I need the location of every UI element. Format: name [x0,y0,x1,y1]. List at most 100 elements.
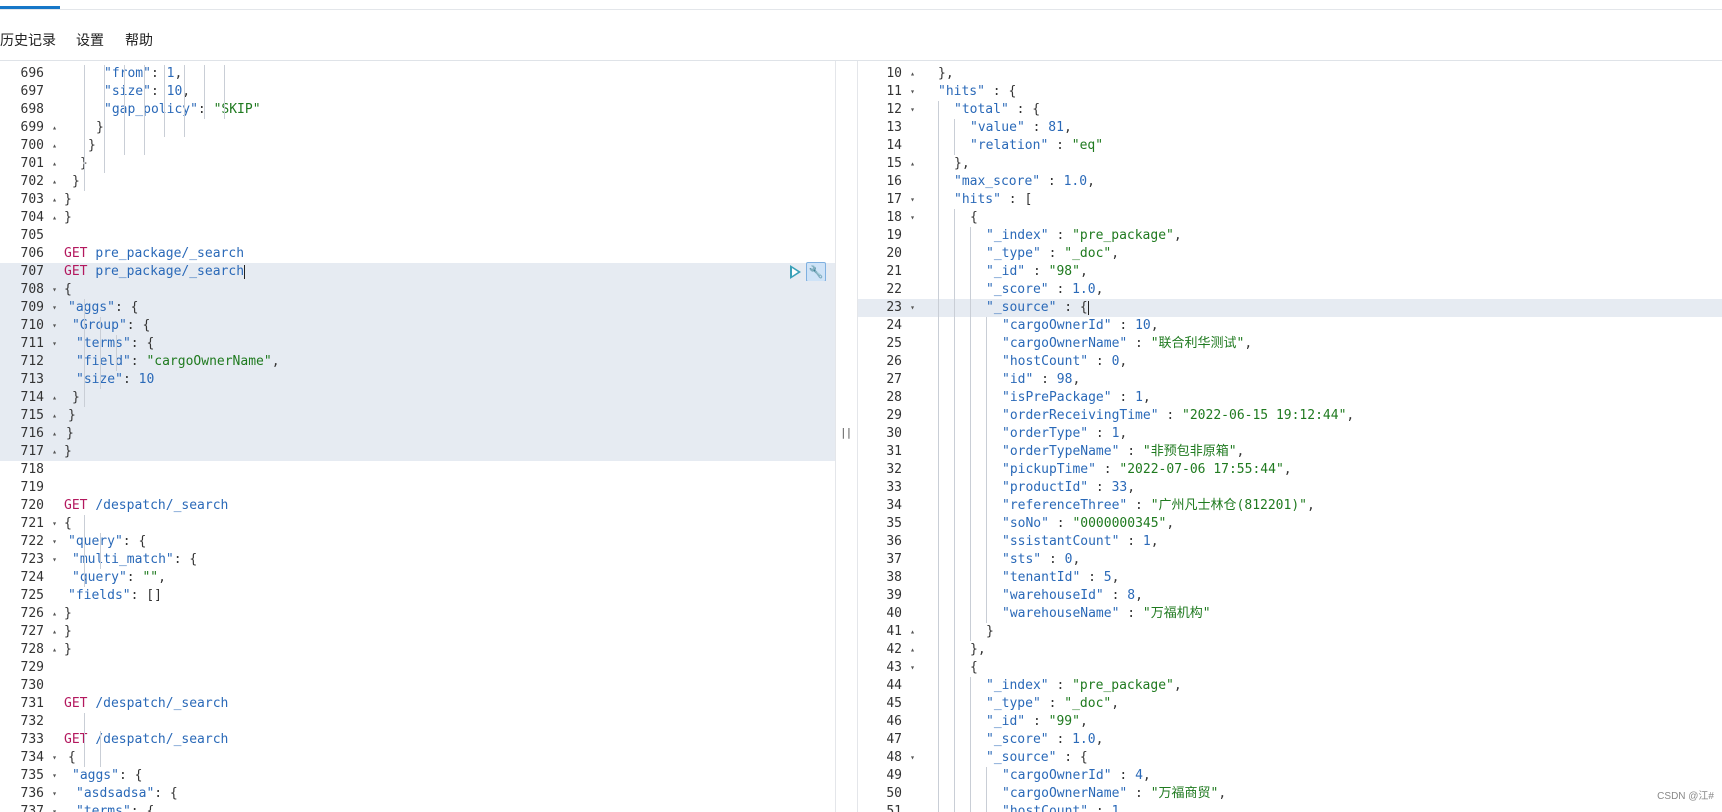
code-line[interactable]: 15 ▴}, [858,155,1722,173]
code-line[interactable]: 712 "field": "cargoOwnerName", [0,353,835,371]
code-line[interactable]: 726 ▴} [0,605,835,623]
code-line[interactable]: 47 "_score" : 1.0, [858,731,1722,749]
fold-close-icon[interactable]: ▴ [52,155,57,173]
fold-close-icon[interactable]: ▴ [52,407,57,425]
code-line[interactable]: 735 ▾ "aggs": { [0,767,835,785]
code-line[interactable]: 43 ▾ { [858,659,1722,677]
fold-close-icon[interactable]: ▴ [52,209,57,227]
code-line[interactable]: 737 ▾ "terms": { [0,803,835,812]
code-line[interactable]: 21 "_id" : "98", [858,263,1722,281]
code-line[interactable]: 20 "_type" : "_doc", [858,245,1722,263]
code-line[interactable]: 14 "relation" : "eq" [858,137,1722,155]
code-line[interactable]: 44 "_index" : "pre_package", [858,677,1722,695]
fold-close-icon[interactable]: ▴ [52,389,57,407]
code-line[interactable]: 724 "query": "", [0,569,835,587]
code-line[interactable]: 34 "referenceThree" : "广州凡士林仓(812201)", [858,497,1722,515]
response-viewer[interactable]: 10 ▴}, 11 ▾ "hits" : {12 ▾ "total" : {13 "value… [858,61,1722,812]
code-line[interactable]: 730 [0,677,835,695]
code-line[interactable]: 709 ▾ "aggs": { [0,299,835,317]
code-line[interactable]: 716 ▴} [0,425,835,443]
code-line[interactable]: 26 "hostCount" : 0, [858,353,1722,371]
code-line[interactable]: 732 [0,713,835,731]
code-line[interactable]: 713 "size": 10 [0,371,835,389]
fold-close-icon[interactable]: ▴ [52,641,57,659]
code-line[interactable]: 729 [0,659,835,677]
code-line[interactable]: 723 ▾ "multi_match": { [0,551,835,569]
fold-close-icon[interactable]: ▴ [52,173,57,191]
active-tab-indicator[interactable] [0,6,60,9]
fold-close-icon[interactable]: ▴ [52,425,57,443]
code-line[interactable]: 13 "value" : 81, [858,119,1722,137]
code-line[interactable]: 24 "cargoOwnerId" : 10, [858,317,1722,335]
divider-grip[interactable]: || [840,426,852,439]
code-line[interactable]: 718 [0,461,835,479]
code-line[interactable]: 736 ▾ "asdsadsa": { [0,785,835,803]
fold-open-icon[interactable]: ▾ [52,767,57,785]
code-line[interactable]: 51 "hostCount" : 1 [858,803,1722,812]
code-line[interactable]: 48 ▾ "_source" : { [858,749,1722,767]
code-line[interactable]: 700 ▴} [0,137,835,155]
code-line[interactable]: 701▴} [0,155,835,173]
code-line[interactable]: 33 "productId" : 33, [858,479,1722,497]
fold-close-icon[interactable]: ▴ [52,443,57,461]
code-line[interactable]: 727 ▴} [0,623,835,641]
fold-open-icon[interactable]: ▾ [910,101,915,119]
code-line[interactable]: 12 ▾ "total" : { [858,101,1722,119]
code-line[interactable]: 31 "orderTypeName" : "非预包非原箱", [858,443,1722,461]
code-line[interactable]: 30 "orderType" : 1, [858,425,1722,443]
code-line[interactable]: 38 "tenantId" : 5, [858,569,1722,587]
code-line[interactable]: 50 "cargoOwnerName" : "万福商贸", [858,785,1722,803]
code-line[interactable]: 699 ▴} [0,119,835,137]
fold-open-icon[interactable]: ▾ [52,317,57,335]
code-line[interactable]: 721 ▾ { [0,515,835,533]
code-line[interactable]: 23 ▾ "_source" : { [858,299,1722,317]
code-line[interactable]: 708 ▾ { [0,281,835,299]
code-line[interactable]: 715 ▴} [0,407,835,425]
code-line[interactable]: 28 "isPrePackage" : 1, [858,389,1722,407]
code-line[interactable]: 11 ▾ "hits" : { [858,83,1722,101]
code-line[interactable]: 705 [0,227,835,245]
code-line[interactable]: 704 ▴} [0,209,835,227]
fold-open-icon[interactable]: ▾ [52,749,57,767]
code-line[interactable]: 698 "gap_policy": "SKIP" [0,101,835,119]
fold-close-icon[interactable]: ▴ [910,623,915,641]
fold-open-icon[interactable]: ▾ [910,209,915,227]
fold-close-icon[interactable]: ▴ [52,605,57,623]
fold-open-icon[interactable]: ▾ [910,191,915,209]
code-line[interactable]: 27 "id" : 98, [858,371,1722,389]
code-line[interactable]: 45 "_type" : "_doc", [858,695,1722,713]
code-line[interactable]: 40 "warehouseName" : "万福机构" [858,605,1722,623]
code-line[interactable]: 734 ▾ { [0,749,835,767]
code-line[interactable]: 710▾"Group": { [0,317,835,335]
menu-help[interactable]: 帮助 [125,30,153,50]
code-line[interactable]: 16 "max_score" : 1.0, [858,173,1722,191]
code-line[interactable]: 711 ▾ "terms": { [0,335,835,353]
code-line[interactable]: 707 GET pre_package/_search 🔧 [0,262,835,282]
code-line[interactable]: 706 GET pre_package/_search [0,245,835,263]
fold-open-icon[interactable]: ▾ [52,785,57,803]
play-triangle-icon[interactable] [790,265,801,279]
fold-close-icon[interactable]: ▴ [52,137,57,155]
code-line[interactable]: 19 "_index" : "pre_package", [858,227,1722,245]
code-line[interactable]: 42 ▴}, [858,641,1722,659]
fold-open-icon[interactable]: ▾ [52,803,57,812]
fold-close-icon[interactable]: ▴ [52,623,57,641]
code-line[interactable]: 717 ▴} [0,443,835,461]
fold-open-icon[interactable]: ▾ [910,659,915,677]
fold-close-icon[interactable]: ▴ [52,119,57,137]
menu-history[interactable]: 历史记录 [0,30,56,50]
fold-open-icon[interactable]: ▾ [910,299,915,317]
fold-open-icon[interactable]: ▾ [52,299,57,317]
code-line[interactable]: 49 "cargoOwnerId" : 4, [858,767,1722,785]
code-line[interactable]: 37 "sts" : 0, [858,551,1722,569]
code-line[interactable]: 32 "pickupTime" : "2022-07-06 17:55:44", [858,461,1722,479]
fold-open-icon[interactable]: ▾ [52,515,57,533]
code-line[interactable]: 36 "ssistantCount" : 1, [858,533,1722,551]
code-line[interactable]: 35 "soNo" : "0000000345", [858,515,1722,533]
request-editor[interactable]: 696 "from": 1, 697 "size": 10, 698 "gap_polic… [0,61,835,812]
fold-close-icon[interactable]: ▴ [910,155,915,173]
fold-close-icon[interactable]: ▴ [910,641,915,659]
code-line[interactable]: 728 ▴} [0,641,835,659]
code-line[interactable]: 41 ▴} [858,623,1722,641]
fold-open-icon[interactable]: ▾ [52,533,57,551]
